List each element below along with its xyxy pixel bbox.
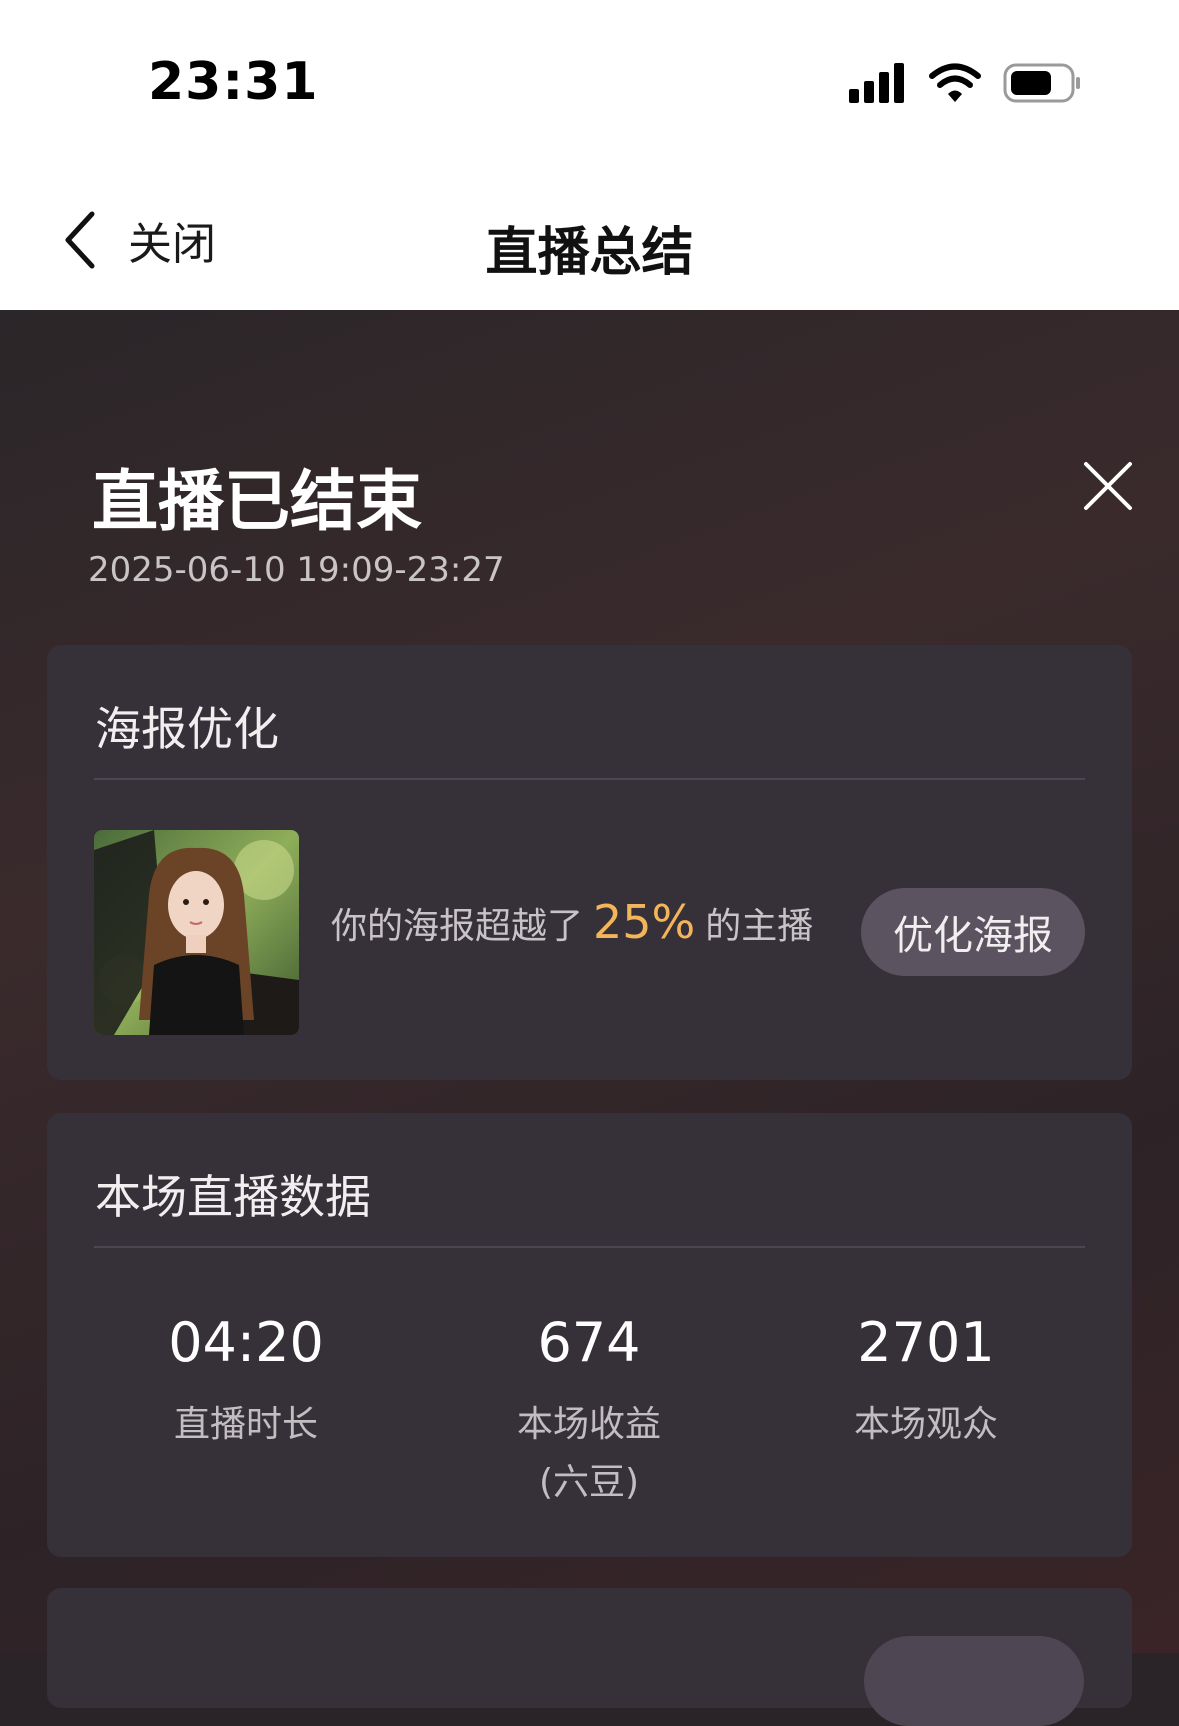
stat-duration: 04:20 直播时长 (86, 1311, 406, 1454)
stats-card-title: 本场直播数据 (95, 1170, 371, 1224)
live-stats-card: 本场直播数据 04:20 直播时长 674 本场收益 (六豆) 2701 本场观… (47, 1113, 1132, 1557)
next-card (47, 1588, 1132, 1726)
status-time: 23:31 (148, 52, 319, 112)
poster-thumbnail[interactable] (94, 830, 299, 1035)
stat-label: 本场观众 (853, 1404, 998, 1445)
poster-optimization-card: 海报优化 你的海报超越了 25% 的主播 优化海报 (47, 645, 1132, 1080)
poster-card-title: 海报优化 (95, 702, 279, 756)
summary-content: 直播已结束 2025-06-10 19:09-23:27 海报优化 你的海报超越… (0, 310, 1179, 1726)
poster-image (94, 830, 299, 1035)
nav-bar: 关闭 直播总结 (0, 170, 1179, 310)
stat-value: 04:20 (168, 1311, 324, 1374)
poster-ranking-text: 你的海报超越了 25% 的主播 (331, 895, 813, 949)
stat-value: 674 (537, 1311, 641, 1374)
stat-label: 本场收益 (六豆) (516, 1404, 661, 1503)
cellular-signal-icon (849, 63, 904, 103)
stat-value: 2701 (857, 1311, 995, 1374)
optimize-poster-button[interactable]: 优化海报 (861, 888, 1085, 976)
divider (94, 1246, 1085, 1248)
wifi-icon (929, 63, 981, 102)
close-icon[interactable] (1080, 458, 1136, 514)
poster-text-before: 你的海报超越了 (331, 906, 584, 947)
status-bar: 23:31 (0, 0, 1179, 170)
live-datetime: 2025-06-10 19:09-23:27 (88, 550, 505, 590)
status-icons (849, 62, 1083, 104)
live-ended-title: 直播已结束 (92, 463, 422, 540)
poster-percent: 25% (593, 895, 696, 949)
battery-icon (1003, 63, 1080, 103)
stat-viewers: 2701 本场观众 (766, 1311, 1086, 1454)
next-card-button[interactable] (864, 1636, 1084, 1726)
stat-label: 直播时长 (173, 1404, 318, 1445)
divider (94, 778, 1085, 780)
poster-text-after: 的主播 (705, 906, 814, 947)
page-title: 直播总结 (485, 223, 694, 283)
stat-earnings: 674 本场收益 (六豆) (429, 1311, 749, 1512)
